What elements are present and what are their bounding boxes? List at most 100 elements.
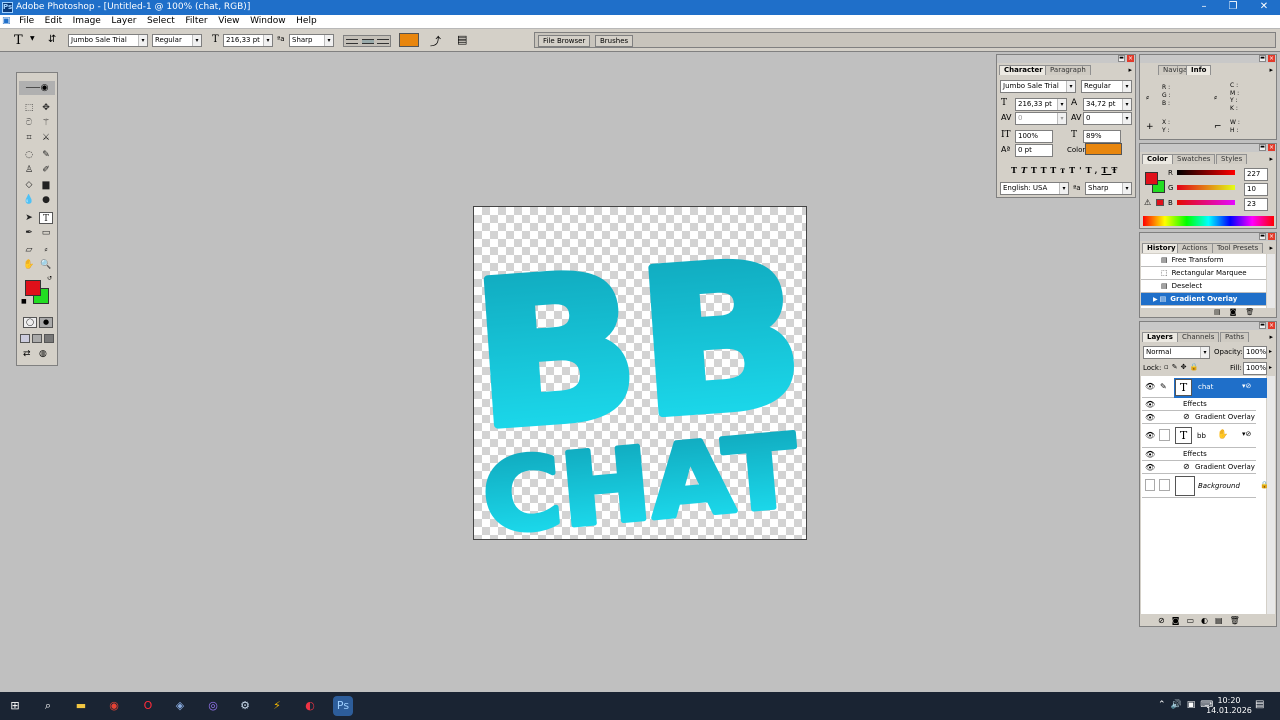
new-document-from-state-icon[interactable]: ▤ <box>1214 308 1230 316</box>
strikethrough-button[interactable]: Ŧ <box>1111 165 1121 175</box>
effect-row-gradient-overlay[interactable]: 👁 ⊘ Gradient Overlay <box>1142 411 1256 424</box>
notes-tool-icon[interactable]: ▱ <box>22 244 36 256</box>
visibility-eye-icon[interactable]: 👁 <box>1145 382 1155 391</box>
swap-colors-icon[interactable]: ↺ <box>47 275 52 282</box>
char-baseline-field[interactable]: 0 pt <box>1015 144 1053 157</box>
font-style-select[interactable]: Regular ▾ <box>152 34 202 47</box>
char-color-swatch[interactable] <box>1085 143 1122 155</box>
clone-stamp-icon[interactable]: ♙ <box>22 164 36 176</box>
history-item-selected[interactable]: ▶ ▤ Gradient Overlay <box>1141 293 1266 306</box>
menu-filter[interactable]: Filter <box>181 15 211 26</box>
underline-button[interactable]: T <box>1101 165 1111 175</box>
app-lightning-icon[interactable]: ⚡ <box>267 696 287 716</box>
adobe-online-button[interactable]: ⸺◉ <box>19 81 55 95</box>
crop-tool-icon[interactable]: ⌗ <box>22 132 36 144</box>
tray-chevron-icon[interactable]: ⌃ <box>1158 700 1171 710</box>
visibility-eye-icon[interactable]: 👁 <box>1145 431 1155 440</box>
color-ramp[interactable] <box>1143 216 1274 226</box>
opacity-arrow-icon[interactable]: ▸ <box>1269 348 1272 355</box>
vpn-app-icon[interactable]: ◈ <box>170 696 190 716</box>
align-right-icon[interactable] <box>377 39 389 44</box>
char-font-style-select[interactable]: Regular ▾ <box>1081 80 1132 93</box>
tab-paths[interactable]: Paths <box>1220 332 1250 342</box>
layer-name[interactable]: chat <box>1198 383 1213 391</box>
layer-name[interactable]: bb <box>1197 432 1206 440</box>
restore-icon[interactable]: ❐ <box>1219 1 1247 14</box>
font-family-select[interactable]: Jumbo Sale Trial ▾ <box>68 34 148 47</box>
green-value-field[interactable]: 10 <box>1244 183 1268 196</box>
tab-file-browser[interactable]: File Browser <box>538 35 591 47</box>
small-caps-button[interactable]: Tт <box>1050 165 1069 175</box>
panel-menu-icon[interactable]: ▸ <box>1269 66 1273 74</box>
lock-position-icon[interactable]: ✥ <box>1181 363 1190 371</box>
language-select[interactable]: English: USA ▾ <box>1000 182 1069 195</box>
new-set-icon[interactable]: ▭ <box>1186 616 1201 625</box>
char-font-family-select[interactable]: Jumbo Sale Trial ▾ <box>1000 80 1076 93</box>
path-selection-icon[interactable]: ➤ <box>22 212 36 224</box>
fill-field[interactable]: 100% <box>1243 362 1267 375</box>
menu-select[interactable]: Select <box>143 15 179 26</box>
panel-menu-icon[interactable]: ▸ <box>1269 244 1273 252</box>
link-box[interactable] <box>1159 479 1170 491</box>
tab-color[interactable]: Color <box>1142 154 1173 164</box>
all-caps-button[interactable]: TT <box>1031 165 1050 175</box>
menu-help[interactable]: Help <box>292 15 321 26</box>
red-slider[interactable] <box>1177 170 1235 175</box>
tab-swatches[interactable]: Swatches <box>1172 154 1216 164</box>
eraser-tool-icon[interactable]: ◇ <box>22 179 36 191</box>
magic-wand-tool-icon[interactable]: ⚚ <box>39 117 53 129</box>
type-tool-icon[interactable]: T <box>39 212 53 224</box>
minimize-icon[interactable]: ▬ <box>1259 322 1266 329</box>
palettes-toggle-icon[interactable]: ▤ <box>457 33 467 46</box>
minimize-icon[interactable]: ▬ <box>1118 55 1125 62</box>
char-leading-field[interactable]: 34,72 pt ▾ <box>1083 98 1132 111</box>
jump-to-imageready-icon[interactable]: ⇄ <box>23 349 37 360</box>
standard-mode-icon[interactable]: ◯ <box>23 317 37 328</box>
imageready-icon[interactable]: ◍ <box>39 349 53 360</box>
char-size-field[interactable]: 216,33 pt ▾ <box>1015 98 1067 111</box>
screen-mode-menu-icon[interactable] <box>32 334 42 343</box>
menu-edit[interactable]: Edit <box>41 15 66 26</box>
menu-view[interactable]: View <box>214 15 243 26</box>
text-orientation-icon[interactable]: ⇵ <box>48 34 56 45</box>
minimize-icon[interactable]: – <box>1190 1 1218 14</box>
char-vscale-field[interactable]: 100% <box>1015 130 1053 143</box>
visibility-eye-icon[interactable]: 👁 <box>1145 400 1155 409</box>
close-icon[interactable]: × <box>1127 55 1134 62</box>
layers-scrollbar[interactable] <box>1267 376 1275 614</box>
history-item[interactable]: ▤ Deselect <box>1141 280 1266 293</box>
brush-tool-icon[interactable]: ✎ <box>39 149 53 161</box>
effects-expand-icon[interactable]: ▾⊘ <box>1242 382 1251 390</box>
history-item[interactable]: ▤ Free Transform <box>1141 254 1266 267</box>
visibility-eye-icon[interactable]: 👁 <box>1145 463 1155 472</box>
opacity-field[interactable]: 100% <box>1243 346 1267 359</box>
add-style-icon[interactable]: ⊘ <box>1158 616 1172 625</box>
screen-mode-standard-icon[interactable] <box>20 334 30 343</box>
quick-mask-icon[interactable]: ● <box>39 317 53 328</box>
tab-actions[interactable]: Actions <box>1177 243 1213 253</box>
zoom-tool-icon[interactable]: 🔍 <box>39 259 53 271</box>
opera-icon[interactable]: O <box>138 696 158 716</box>
align-center-icon[interactable] <box>362 39 374 44</box>
recording-app-icon[interactable]: ◐ <box>300 696 320 716</box>
blue-value-field[interactable]: 23 <box>1244 198 1268 211</box>
menu-window[interactable]: Window <box>246 15 290 26</box>
close-icon[interactable]: × <box>1268 322 1275 329</box>
lock-image-icon[interactable]: ✎ <box>1172 363 1181 371</box>
faux-italic-button[interactable]: T <box>1021 165 1031 175</box>
preset-dropdown-arrow-icon[interactable]: ▼ <box>30 35 35 42</box>
link-box[interactable] <box>1159 429 1170 441</box>
tab-history[interactable]: History <box>1142 243 1181 253</box>
faux-bold-button[interactable]: T <box>1011 165 1021 175</box>
gamut-color-swatch[interactable] <box>1156 199 1164 206</box>
effects-row[interactable]: 👁 Effects <box>1142 398 1256 411</box>
default-colors-icon[interactable]: ■ <box>21 298 27 305</box>
visibility-eye-icon[interactable]: 👁 <box>1145 450 1155 459</box>
clock[interactable]: 10:20 14.01.2026 <box>1206 696 1252 716</box>
history-brush-icon[interactable]: ✐ <box>39 164 53 176</box>
volume-icon[interactable]: 🔊 <box>1171 700 1187 710</box>
menu-file[interactable]: File <box>15 15 38 26</box>
effect-row-gradient-overlay[interactable]: 👁 ⊘ Gradient Overlay <box>1142 461 1256 474</box>
history-item[interactable]: ⬚ Rectangular Marquee <box>1141 267 1266 280</box>
red-value-field[interactable]: 227 <box>1244 168 1268 181</box>
